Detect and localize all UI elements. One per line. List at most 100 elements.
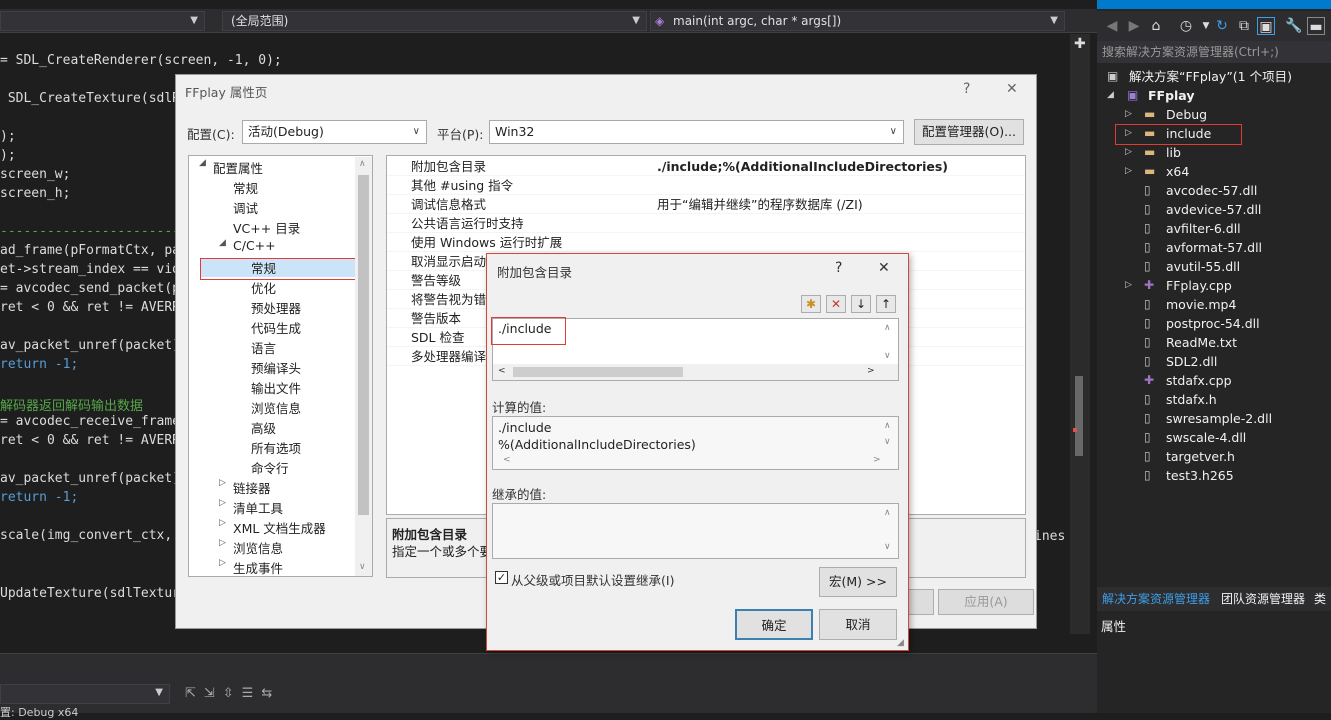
solution-item[interactable]: ▯ avutil-55.dll [1097,257,1331,276]
solution-item[interactable]: ▯ SDL2.dll [1097,352,1331,371]
delete-icon[interactable]: ✕ [826,295,846,313]
config-dropdown[interactable]: 活动(Debug) ∨ [242,120,427,144]
expand-arrow-icon[interactable]: ◢ [1107,86,1114,105]
expand-arrow-icon[interactable]: ◢ [199,158,206,168]
tree-scrollbar[interactable]: ∧ ∨ [355,157,372,576]
wrench-icon[interactable]: 🔧 [1285,17,1303,35]
tree-node[interactable]: 高级 [251,418,276,437]
expand-arrow-icon[interactable]: ▷ [219,558,226,568]
property-row[interactable]: 公共语言运行时支持 [387,214,1025,233]
split-icon[interactable]: ✚ [1074,36,1086,52]
solution-item[interactable]: ▯ swscale-4.dll [1097,428,1331,447]
tree-node[interactable]: 命令行 [251,458,289,477]
scroll-right-icon[interactable]: > [867,366,875,376]
solution-item[interactable]: ▯ avfilter-6.dll [1097,219,1331,238]
editor-scrollbar[interactable] [1070,34,1090,634]
help-button[interactable]: ? [963,81,970,97]
new-line-icon[interactable]: ✱ [801,295,821,313]
scroll-up-icon[interactable]: ∧ [359,159,366,169]
solution-item[interactable]: ▯ stdafx.h [1097,390,1331,409]
property-row[interactable]: 调试信息格式 用于“编辑并继续”的程序数据库 (/ZI) [387,195,1025,214]
solution-item[interactable]: ✚ stdafx.cpp [1097,371,1331,390]
function-dropdown[interactable]: ◈ main(int argc, char * args[]) ▼ [650,11,1065,31]
solution-item[interactable]: ▷ ▬ lib [1097,143,1331,162]
solution-search-input[interactable]: 搜索解决方案资源管理器(Ctrl+;) [1097,41,1331,63]
solution-item[interactable]: ▯ targetver.h [1097,447,1331,466]
tree-node[interactable]: ▷ 清单工具 [219,498,283,517]
expand-arrow-icon[interactable]: ▷ [219,478,226,488]
scroll-down-icon[interactable]: ∨ [884,542,891,552]
tree-node[interactable]: 代码生成 [251,318,301,337]
refresh-icon[interactable]: ↻ [1213,17,1231,35]
tree-node[interactable]: 预编译头 [251,358,301,377]
solution-item[interactable]: ▯ avformat-57.dll [1097,238,1331,257]
solution-item[interactable]: ▯ swresample-2.dll [1097,409,1331,428]
scroll-down-icon[interactable]: ∨ [359,562,366,572]
solution-item[interactable]: ▷ ▬ x64 [1097,162,1331,181]
tree-node[interactable]: 输出文件 [251,378,301,397]
platform-dropdown[interactable]: Win32 ∨ [489,120,904,144]
tree-node[interactable]: ▷ 链接器 [219,478,271,497]
scrollbar-thumb[interactable] [358,175,369,515]
solution-item[interactable]: ▷ ✚ FFplay.cpp [1097,276,1331,295]
scrollbar-thumb[interactable] [513,367,683,377]
collapse-icon[interactable]: ⧉ [1235,17,1253,35]
history-icon[interactable]: ◷ [1177,17,1195,35]
member-dropdown[interactable]: ▼ [0,11,205,31]
output-toolbar-icons[interactable]: ⇱⇲⇳☰⇆ [185,686,280,701]
move-down-icon[interactable]: ↓ [851,295,871,313]
property-row[interactable]: 使用 Windows 运行时扩展 [387,233,1025,252]
scroll-left-icon[interactable]: < [498,366,506,376]
tree-node[interactable]: 调试 [233,198,258,217]
tree-node[interactable]: 所有选项 [251,438,301,457]
show-all-files-icon[interactable]: ▣ [1257,17,1275,35]
property-value[interactable]: 用于“编辑并继续”的程序数据库 (/ZI) [657,195,863,214]
macro-button[interactable]: 宏(M) >> [819,567,897,597]
help-button[interactable]: ? [835,260,842,276]
property-row[interactable]: 附加包含目录 ./include;%(AdditionalIncludeDirec… [387,157,1025,176]
property-row[interactable]: 其他 #using 指令 [387,176,1025,195]
apply-button[interactable]: 应用(A) [938,589,1034,615]
project-node[interactable]: ◢ ▣ FFplay [1097,86,1331,105]
expand-arrow-icon[interactable]: ▷ [219,498,226,508]
scroll-left-icon[interactable]: < [503,455,511,465]
tree-node[interactable]: ▷ XML 文档生成器 [219,518,326,537]
close-button[interactable]: ✕ [878,260,890,276]
preview-icon[interactable]: ▬ [1307,17,1325,35]
solution-item[interactable]: ▯ avcodec-57.dll [1097,181,1331,200]
back-icon[interactable]: ◀ [1103,17,1121,35]
solution-item[interactable]: ▯ avdevice-57.dll [1097,200,1331,219]
expand-arrow-icon[interactable]: ▷ [219,538,226,548]
config-manager-button[interactable]: 配置管理器(O)... [914,119,1024,145]
solution-item[interactable]: ▯ movie.mp4 [1097,295,1331,314]
tree-node[interactable]: 浏览信息 [251,398,301,417]
scope-dropdown[interactable]: (全局范围) ▼ [222,11,647,31]
scroll-right-icon[interactable]: > [873,455,881,465]
property-tree[interactable]: ◢ 配置属性 常规 调试 VC++ 目录 ◢ C/C++ 常规 优化 预处理器 代码生成 语言 预编译头… [188,155,373,577]
solution-item[interactable]: ▯ test3.h265 [1097,466,1331,485]
expand-arrow-icon[interactable]: ▷ [1125,105,1132,124]
output-source-dropdown[interactable]: ▼ [0,684,170,704]
tree-node[interactable]: ▷ 生成事件 [219,558,283,577]
expand-arrow-icon[interactable]: ◢ [219,238,226,248]
forward-icon[interactable]: ▶ [1125,17,1143,35]
home-icon[interactable]: ⌂ [1147,17,1165,35]
tab-team-explorer[interactable]: 团队资源管理器 [1216,587,1310,611]
close-button[interactable]: ✕ [1006,81,1018,97]
inherit-checkbox-label[interactable]: 从父级或项目默认设置继承(I) [511,570,674,589]
resize-grip-icon[interactable]: ◢ [897,638,904,648]
property-value[interactable]: ./include;%(AdditionalIncludeDirectories… [657,157,948,176]
scroll-up-icon[interactable]: ∧ [884,323,891,333]
tree-node[interactable]: ▷ 浏览信息 [219,538,283,557]
tree-node[interactable]: 优化 [251,278,276,297]
tree-node[interactable]: 预处理器 [251,298,301,317]
horizontal-scrollbar[interactable]: < > [493,364,898,380]
cancel-button[interactable]: 取消 [819,609,897,640]
scroll-down-icon[interactable]: ∨ [884,351,891,361]
tree-node[interactable]: 语言 [251,338,276,357]
tab-class-view[interactable]: 类 [1309,587,1331,611]
solution-root[interactable]: ▣ 解决方案“FFplay”(1 个项目) [1097,67,1331,86]
tree-node[interactable]: VC++ 目录 [233,218,300,237]
inherit-checkbox[interactable]: ✓ [495,571,508,584]
scrollbar-thumb[interactable] [1075,376,1083,456]
